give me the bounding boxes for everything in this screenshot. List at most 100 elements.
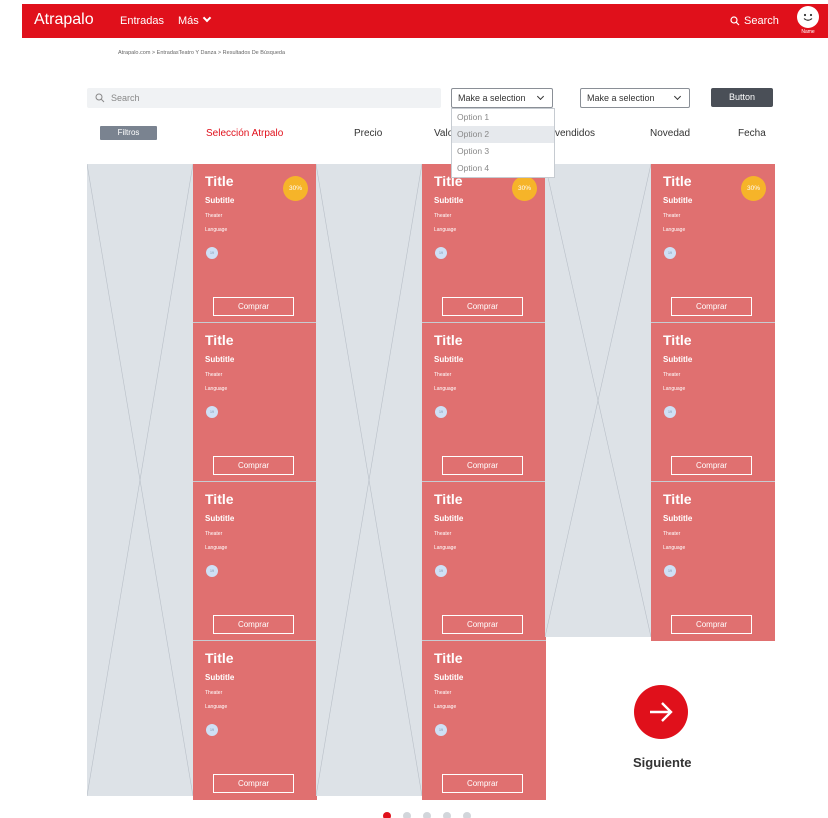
avatar: [797, 6, 819, 28]
chevron-down-icon: [673, 92, 682, 101]
row-divider: [193, 640, 317, 641]
card-language: Language: [434, 545, 457, 551]
card-title[interactable]: Title: [205, 650, 234, 666]
select-1-value: Make a selection: [458, 93, 526, 103]
event-card[interactable]: Title Subtitle Theater Language 19 30% Comprar: [422, 164, 546, 323]
dropdown-option[interactable]: Option 4: [452, 160, 554, 177]
card-title[interactable]: Title: [205, 491, 234, 507]
comprar-button[interactable]: Comprar: [442, 615, 523, 634]
card-title[interactable]: Title: [434, 491, 463, 507]
tab-fecha[interactable]: Fecha: [738, 128, 766, 139]
breadcrumb[interactable]: Atrapalo.com > EntradasTeatro Y Danza > …: [118, 50, 285, 56]
card-subtitle: Subtitle: [663, 196, 693, 205]
card-title[interactable]: Title: [663, 491, 692, 507]
comprar-button[interactable]: Comprar: [671, 615, 752, 634]
tab-mas-vendidos[interactable]: vendidos: [555, 128, 595, 139]
card-subtitle: Subtitle: [663, 514, 693, 523]
avatar-name: Name: [801, 29, 815, 35]
row-divider: [422, 640, 546, 641]
rating-dot: 19: [435, 724, 447, 736]
rating-dot: 19: [206, 247, 218, 259]
search-input[interactable]: [111, 91, 431, 105]
page-dot[interactable]: [383, 812, 391, 818]
select-dropdown-1[interactable]: Make a selection: [451, 88, 553, 108]
comprar-button[interactable]: Comprar: [213, 297, 294, 316]
event-card[interactable]: Title Subtitle Theater Language 19 Comprar: [422, 482, 546, 641]
comprar-button[interactable]: Comprar: [442, 774, 523, 793]
rating-dot: 19: [664, 406, 676, 418]
event-card[interactable]: Title Subtitle Theater Language 19 Comprar: [422, 323, 546, 482]
next-label[interactable]: Siguiente: [633, 755, 692, 770]
tab-seleccion-atrapalo[interactable]: Selección Atrpalo: [206, 128, 283, 139]
rating-dot: 19: [435, 247, 447, 259]
card-title[interactable]: Title: [663, 173, 692, 189]
card-theater: Theater: [663, 531, 681, 537]
comprar-button[interactable]: Comprar: [671, 456, 752, 475]
event-card[interactable]: Title Subtitle Theater Language 19 Comprar: [422, 641, 546, 800]
card-title[interactable]: Title: [205, 332, 234, 348]
card-title[interactable]: Title: [434, 332, 463, 348]
page-dot[interactable]: [423, 812, 431, 818]
card-subtitle: Subtitle: [434, 196, 464, 205]
comprar-button[interactable]: Comprar: [213, 615, 294, 634]
page-dot[interactable]: [403, 812, 411, 818]
event-card[interactable]: Title Subtitle Theater Language 19 30% Comprar: [651, 164, 775, 323]
comprar-button[interactable]: Comprar: [442, 456, 523, 475]
event-card[interactable]: Title Subtitle Theater Language 19 30% Comprar: [193, 164, 317, 323]
event-card[interactable]: Title Subtitle Theater Language 19 Comprar: [193, 641, 317, 800]
card-title[interactable]: Title: [434, 650, 463, 666]
nav-mas-label: Más: [178, 15, 199, 27]
page-dot[interactable]: [463, 812, 471, 818]
rating-dot: 19: [206, 565, 218, 577]
comprar-button[interactable]: Comprar: [213, 774, 294, 793]
arrow-right-icon: [650, 702, 673, 722]
comprar-button[interactable]: Comprar: [671, 297, 752, 316]
comprar-button[interactable]: Comprar: [213, 456, 294, 475]
select-2-value: Make a selection: [587, 93, 655, 103]
dropdown-option[interactable]: Option 3: [452, 143, 554, 160]
row-divider: [422, 481, 546, 482]
comprar-button[interactable]: Comprar: [442, 297, 523, 316]
primary-button[interactable]: Button: [711, 88, 773, 107]
card-theater: Theater: [663, 372, 681, 378]
event-card[interactable]: Title Subtitle Theater Language 19 Comprar: [651, 482, 775, 641]
nav-entradas[interactable]: Entradas: [120, 15, 164, 27]
chevron-down-icon: [536, 92, 545, 101]
logo[interactable]: Atrapalo: [34, 11, 94, 29]
card-language: Language: [663, 545, 686, 551]
dropdown-option[interactable]: Option 1: [452, 109, 554, 126]
card-theater: Theater: [205, 372, 223, 378]
dropdown-option-highlighted[interactable]: Option 2: [452, 126, 554, 143]
card-language: Language: [663, 227, 686, 233]
rating-dot: 19: [664, 565, 676, 577]
tab-novedad[interactable]: Novedad: [650, 128, 690, 139]
card-language: Language: [205, 545, 228, 551]
user-menu[interactable]: Name: [794, 6, 822, 35]
card-theater: Theater: [205, 531, 223, 537]
image-placeholder: [316, 164, 422, 796]
image-placeholder: [87, 164, 193, 796]
card-title[interactable]: Title: [663, 332, 692, 348]
row-divider: [193, 322, 317, 323]
select-dropdown-2[interactable]: Make a selection: [580, 88, 690, 108]
row-divider: [422, 322, 546, 323]
card-theater: Theater: [434, 531, 452, 537]
event-card[interactable]: Title Subtitle Theater Language 19 Comprar: [193, 482, 317, 641]
card-language: Language: [434, 704, 457, 710]
nav-mas[interactable]: Más: [178, 13, 212, 27]
event-card[interactable]: Title Subtitle Theater Language 19 Comprar: [193, 323, 317, 482]
card-title[interactable]: Title: [205, 173, 234, 189]
discount-badge: 30%: [283, 176, 308, 201]
card-language: Language: [663, 386, 686, 392]
event-card[interactable]: Title Subtitle Theater Language 19 Comprar: [651, 323, 775, 482]
next-page-button[interactable]: [634, 685, 688, 739]
top-search-button[interactable]: Search: [730, 15, 779, 27]
rating-dot: 19: [206, 724, 218, 736]
filtros-button[interactable]: Filtros: [100, 126, 157, 140]
top-nav-bar: Atrapalo Entradas Más Search Name: [22, 4, 828, 38]
card-language: Language: [205, 386, 228, 392]
card-theater: Theater: [434, 213, 452, 219]
card-subtitle: Subtitle: [205, 673, 235, 682]
tab-precio[interactable]: Precio: [354, 128, 382, 139]
page-dot[interactable]: [443, 812, 451, 818]
